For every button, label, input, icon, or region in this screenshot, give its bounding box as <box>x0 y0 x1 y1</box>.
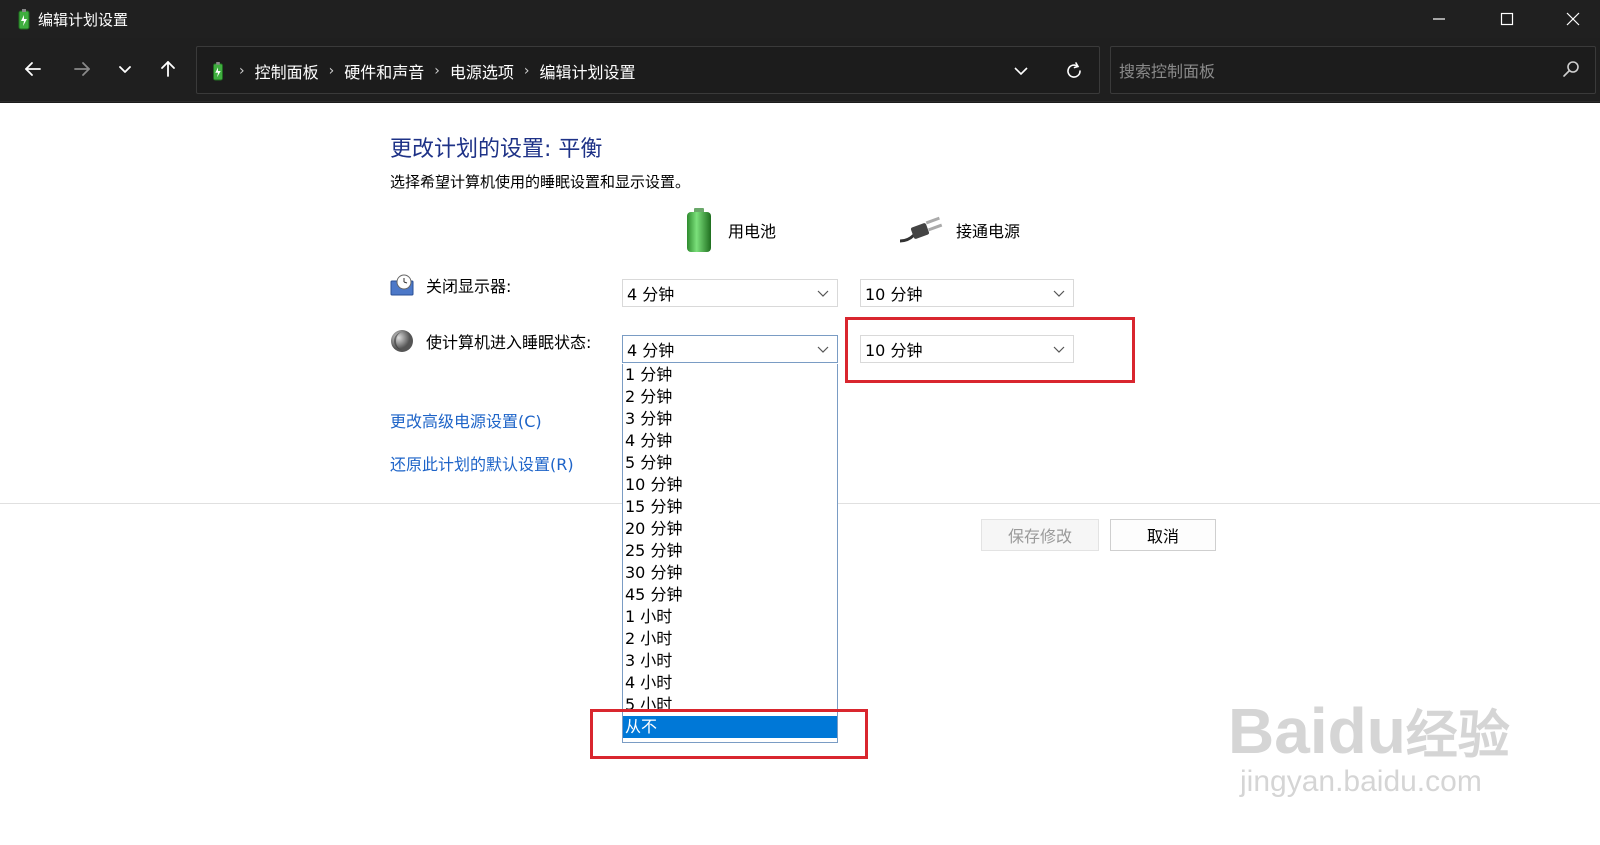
content-area: 更改计划的设置: 平衡 选择希望计算机使用的睡眠设置和显示设置。 用电池 接通电… <box>0 103 1600 845</box>
dropdown-option[interactable]: 5 分钟 <box>623 452 837 474</box>
up-button[interactable] <box>151 52 185 86</box>
search-box[interactable] <box>1110 46 1596 94</box>
sleep-battery-select[interactable]: 4 分钟 <box>622 335 838 363</box>
column-plugged-in: 接通电源 <box>898 215 1020 245</box>
display-off-label: 关闭显示器: <box>426 277 512 296</box>
display-off-battery-value: 4 分钟 <box>627 285 675 304</box>
breadcrumb: › 控制面板 › 硬件和声音 › 电源选项 › 编辑计划设置 <box>209 47 640 95</box>
chevron-down-icon <box>1014 67 1028 76</box>
power-options-icon <box>213 62 223 81</box>
minimize-button[interactable] <box>1416 0 1462 38</box>
navigation-bar: › 控制面板 › 硬件和声音 › 电源选项 › 编辑计划设置 <box>0 38 1600 102</box>
dropdown-option[interactable]: 25 分钟 <box>623 540 837 562</box>
cancel-button[interactable]: 取消 <box>1110 519 1216 551</box>
window-title: 编辑计划设置 <box>38 11 129 29</box>
dropdown-option[interactable]: 1 小时 <box>623 606 837 628</box>
breadcrumb-separator-icon[interactable]: › <box>524 63 530 79</box>
moon-icon <box>391 330 413 352</box>
watermark-url: jingyan.baidu.com <box>1240 765 1482 798</box>
dropdown-option[interactable]: 15 分钟 <box>623 496 837 518</box>
dropdown-option[interactable]: 2 小时 <box>623 628 837 650</box>
dropdown-option[interactable]: 30 分钟 <box>623 562 837 584</box>
highlight-box-never-option <box>590 709 868 759</box>
refresh-button[interactable] <box>1059 57 1089 85</box>
minimize-icon <box>1433 18 1445 20</box>
breadcrumb-item-edit-plan[interactable]: 编辑计划设置 <box>539 59 635 83</box>
dropdown-option[interactable]: 2 分钟 <box>623 386 837 408</box>
breadcrumb-separator-icon[interactable]: › <box>434 63 440 79</box>
watermark-brand: Baidu经验 <box>1228 695 1510 767</box>
address-bar[interactable]: › 控制面板 › 硬件和声音 › 电源选项 › 编辑计划设置 <box>196 46 1100 94</box>
search-icon[interactable] <box>1561 59 1581 79</box>
breadcrumb-item-power-options[interactable]: 电源选项 <box>450 59 514 83</box>
forward-button[interactable] <box>65 52 99 86</box>
sleep-battery-value: 4 分钟 <box>627 341 675 360</box>
display-off-plugged-value: 10 分钟 <box>865 285 923 304</box>
sleep-battery-dropdown-list[interactable]: 1 分钟 2 分钟 3 分钟 4 分钟 5 分钟 10 分钟 15 分钟 20 … <box>622 364 838 743</box>
restore-defaults-link[interactable]: 还原此计划的默认设置(R) <box>390 451 574 475</box>
dropdown-option[interactable]: 3 分钟 <box>623 408 837 430</box>
column-battery-label: 用电池 <box>728 222 777 241</box>
page-title: 更改计划的设置: 平衡 <box>390 137 603 162</box>
dropdown-option[interactable]: 20 分钟 <box>623 518 837 540</box>
dropdown-option[interactable]: 3 小时 <box>623 650 837 672</box>
arrow-left-icon <box>25 62 41 76</box>
maximize-icon <box>1500 12 1514 26</box>
close-button[interactable] <box>1550 0 1596 38</box>
save-changes-button[interactable]: 保存修改 <box>981 519 1099 551</box>
column-battery: 用电池 <box>684 207 776 253</box>
chevron-down-icon <box>817 346 829 353</box>
page-subtitle: 选择希望计算机使用的睡眠设置和显示设置。 <box>390 173 691 191</box>
dropdown-option[interactable]: 45 分钟 <box>623 584 837 606</box>
search-input[interactable] <box>1119 57 1539 85</box>
advanced-power-settings-link[interactable]: 更改高级电源设置(C) <box>390 408 542 432</box>
dropdown-option[interactable]: 4 分钟 <box>623 430 837 452</box>
chevron-down-icon <box>817 290 829 297</box>
chevron-down-icon <box>1053 290 1065 297</box>
breadcrumb-separator-icon: › <box>239 63 245 79</box>
display-off-battery-select[interactable]: 4 分钟 <box>622 279 838 307</box>
display-clock-icon <box>390 274 414 296</box>
address-history-button[interactable] <box>1007 59 1035 83</box>
arrow-up-icon <box>161 61 175 77</box>
power-options-icon <box>18 9 30 30</box>
display-off-row: 关闭显示器: <box>390 273 511 297</box>
arrow-right-icon <box>74 62 90 76</box>
refresh-icon <box>1067 62 1081 78</box>
breadcrumb-item-control-panel[interactable]: 控制面板 <box>255 59 319 83</box>
dropdown-option[interactable]: 4 小时 <box>623 672 837 694</box>
back-button[interactable] <box>16 52 50 86</box>
battery-icon <box>687 208 711 252</box>
power-plug-icon <box>899 216 943 243</box>
maximize-button[interactable] <box>1484 0 1530 38</box>
dropdown-option[interactable]: 1 分钟 <box>623 364 837 386</box>
sleep-label: 使计算机进入睡眠状态: <box>426 333 592 352</box>
close-icon <box>1566 12 1580 26</box>
column-plugged-label: 接通电源 <box>956 222 1021 241</box>
display-off-plugged-select[interactable]: 10 分钟 <box>860 279 1074 307</box>
highlight-box-plugged-sleep <box>845 317 1135 383</box>
dropdown-option[interactable]: 10 分钟 <box>623 474 837 496</box>
chevron-down-icon <box>119 66 131 73</box>
title-bar: 编辑计划设置 <box>0 0 1600 38</box>
sleep-row: 使计算机进入睡眠状态: <box>390 329 591 353</box>
breadcrumb-item-hardware-sound[interactable]: 硬件和声音 <box>344 59 424 83</box>
recent-locations-button[interactable] <box>108 52 142 86</box>
breadcrumb-separator-icon[interactable]: › <box>329 63 335 79</box>
